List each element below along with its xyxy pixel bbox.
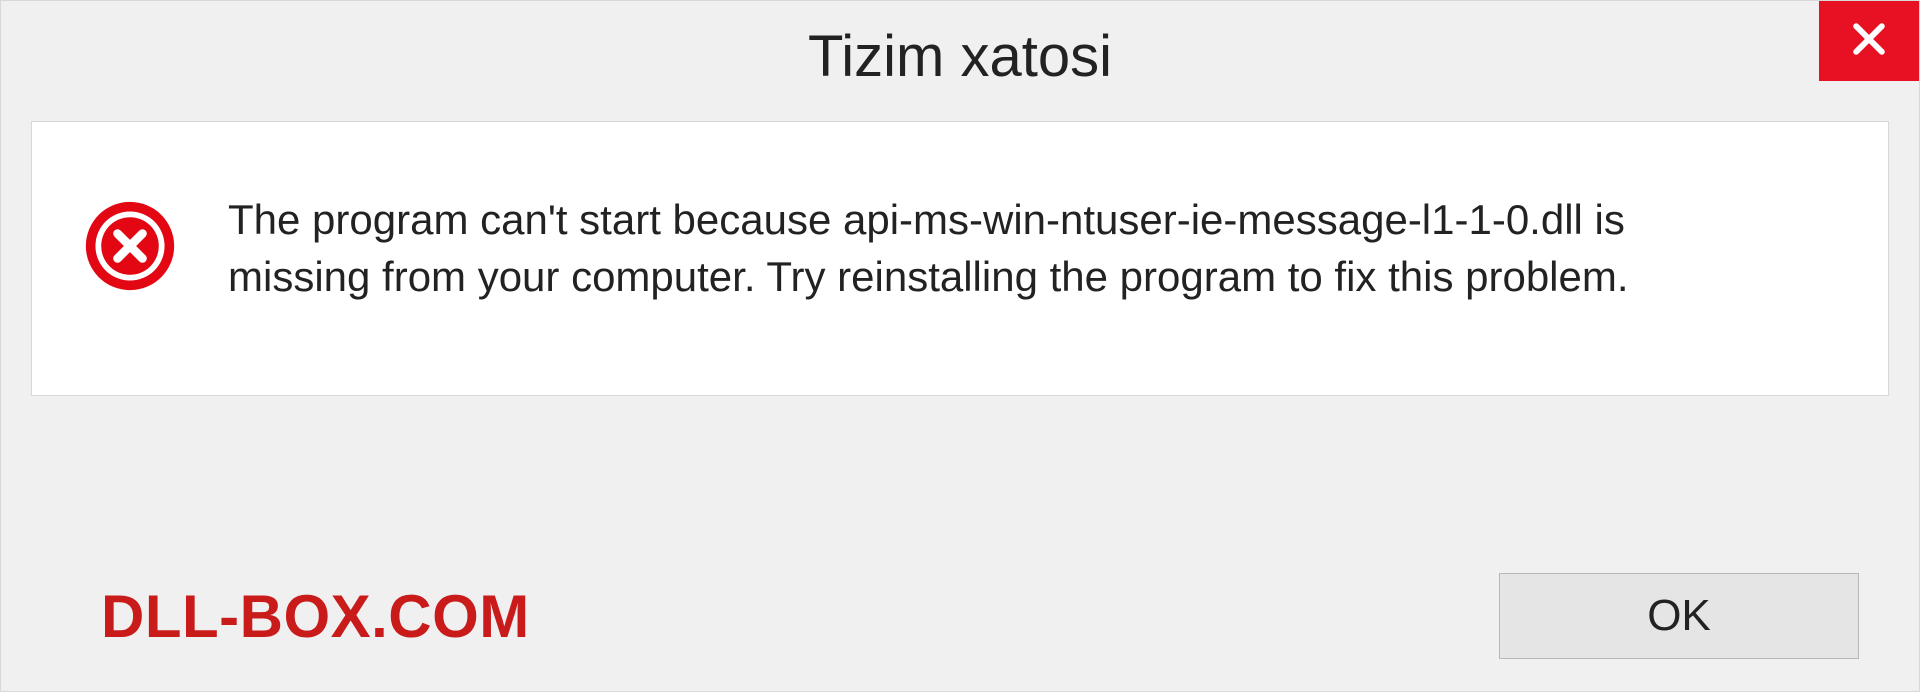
dialog-title: Tizim xatosi (808, 23, 1112, 90)
close-icon (1847, 17, 1891, 66)
ok-button[interactable]: OK (1499, 573, 1859, 659)
close-button[interactable] (1819, 1, 1919, 81)
error-dialog: Tizim xatosi The program can't start bec… (0, 0, 1920, 692)
error-message: The program can't start because api-ms-w… (228, 192, 1728, 305)
watermark-text: DLL-BOX.COM (101, 582, 530, 651)
dialog-footer: DLL-BOX.COM OK (1, 541, 1919, 691)
content-panel: The program can't start because api-ms-w… (31, 121, 1889, 396)
error-icon (82, 198, 178, 294)
titlebar: Tizim xatosi (1, 1, 1919, 111)
